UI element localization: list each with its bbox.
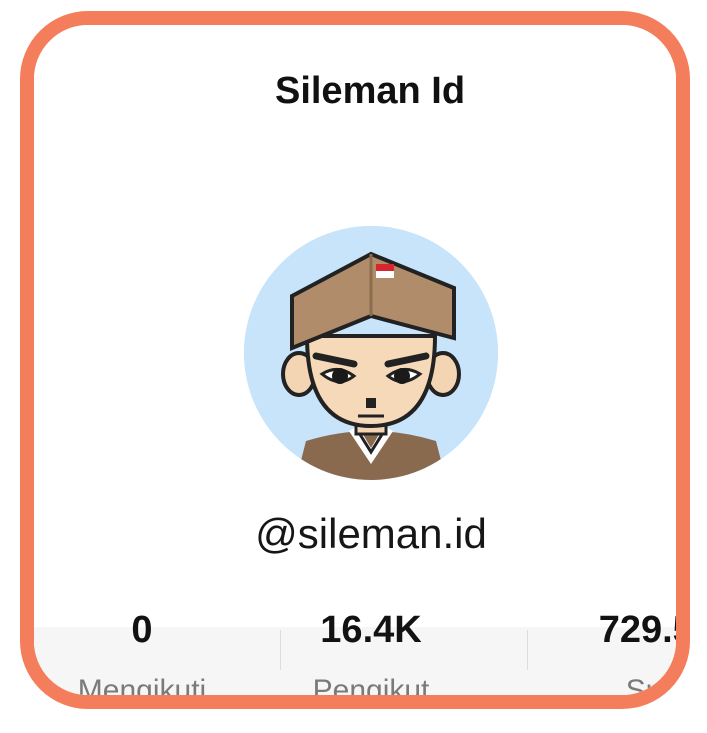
profile-screen: Sileman Id @sileman.id 0 Mengikuti 16.4K…: [34, 25, 690, 707]
likes-label: Suka: [625, 674, 690, 707]
profile-handle: @sileman.id: [255, 510, 487, 557]
following-count: 0: [131, 609, 153, 651]
stat-followers[interactable]: 16.4K Pengikut: [251, 608, 491, 707]
likes-count: 729.5K: [598, 609, 676, 651]
stats-divider: [527, 630, 528, 670]
cartoon-man-avatar-icon: [244, 226, 498, 480]
following-label: Mengikuti: [77, 674, 207, 707]
profile-avatar[interactable]: [244, 226, 498, 480]
profile-display-name: Sileman Id: [274, 70, 466, 112]
stat-following[interactable]: 0 Mengikuti: [34, 608, 262, 707]
followers-count: 16.4K: [320, 609, 422, 651]
stat-likes[interactable]: 729.5K Suka: [540, 608, 690, 707]
highlight-frame: Sileman Id @sileman.id 0 Mengikuti 16.4K…: [20, 11, 690, 709]
followers-label: Pengikut: [312, 674, 430, 707]
